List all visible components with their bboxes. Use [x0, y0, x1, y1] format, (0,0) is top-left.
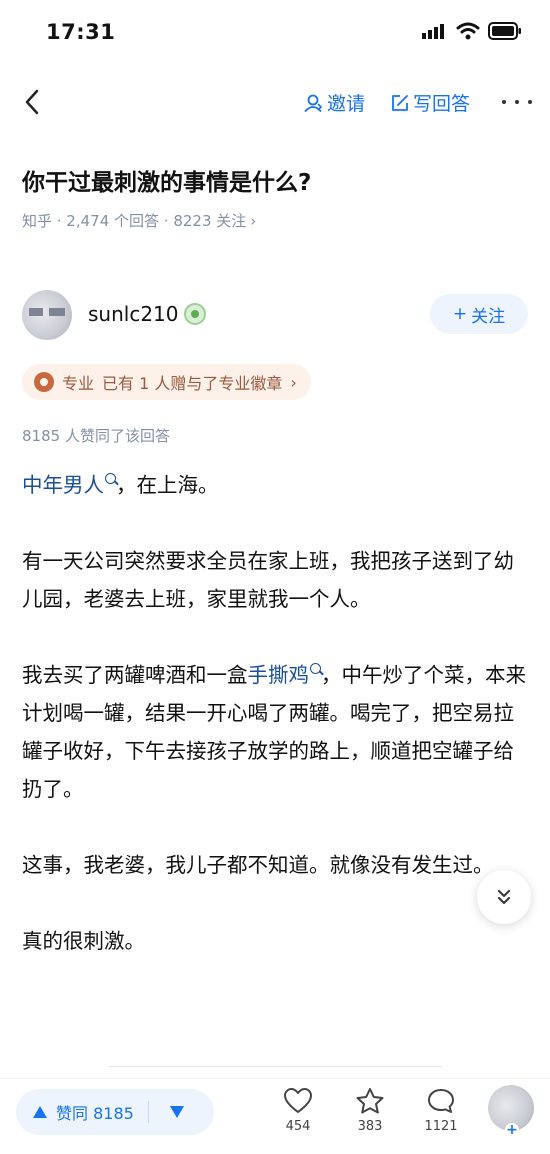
- write-answer-label: 写回答: [413, 93, 471, 115]
- more-dot: [528, 100, 532, 104]
- follow-label: 关注: [471, 306, 506, 327]
- question-title[interactable]: 你干过最刺激的事情是什么?: [22, 163, 311, 197]
- upvote-button[interactable]: 赞同 8185: [16, 1100, 134, 1124]
- status-icons: [422, 22, 522, 40]
- question-meta-text: 知乎 · 2,474 个回答 · 8223 关注: [22, 212, 247, 230]
- answer-paragraph: 有一天公司突然要求全员在家上班，我把孩子送到了幼儿园，老婆去上班，家里就我一个人…: [22, 549, 514, 611]
- comment-count: 1121: [424, 1119, 458, 1134]
- battery-icon: [488, 22, 521, 40]
- author-avatar[interactable]: [22, 290, 72, 340]
- back-arrow-icon: [25, 89, 39, 115]
- invite-button[interactable]: 邀请: [304, 89, 365, 116]
- avatar-detail: [49, 308, 65, 316]
- pro-tag-text: 已有 1 人赠与了专业徽章: [102, 374, 283, 393]
- comment-icon: [428, 1089, 454, 1113]
- author-badge-icon: [184, 303, 206, 325]
- bottom-bar: 赞同 8185 454 383 1121 +: [0, 1078, 550, 1154]
- favorite-count: 383: [357, 1119, 383, 1134]
- chevron-right-icon: ›: [250, 211, 257, 230]
- more-icon[interactable]: [502, 90, 532, 114]
- answer-paragraph: 真的很刺激。: [22, 929, 145, 953]
- avatar-detail: [29, 308, 43, 316]
- pro-badge-icon: [34, 372, 54, 392]
- pro-badge-dot: [40, 378, 48, 386]
- chevron-right-icon: ›: [290, 372, 297, 392]
- back-button[interactable]: [16, 86, 48, 118]
- star-icon: [356, 1088, 384, 1114]
- answer-paragraph: 这事，我老婆，我儿子都不知道。就像没有发生过。: [22, 853, 494, 877]
- pro-tag-label: 专业: [62, 374, 95, 393]
- vote-separator: [147, 1101, 149, 1123]
- person-icon: [304, 94, 323, 112]
- upvote-label: 赞同 8185: [56, 1104, 134, 1123]
- status-time: 17:31: [46, 20, 116, 44]
- pro-badge-tag[interactable]: 专业 已有 1 人赠与了专业徽章 ›: [22, 364, 311, 400]
- more-dot: [515, 100, 519, 104]
- search-icon: [310, 663, 321, 674]
- plus-icon: +: [505, 1122, 519, 1138]
- more-dot: [502, 100, 506, 104]
- downvote-button[interactable]: [169, 1105, 185, 1119]
- author-avatar-follow[interactable]: +: [488, 1085, 534, 1137]
- write-answer-button[interactable]: 写回答: [390, 89, 470, 116]
- downvote-icon: [169, 1106, 184, 1118]
- signal-icon: [422, 24, 444, 39]
- heart-icon: [284, 1088, 312, 1113]
- comment-button[interactable]: 1121: [416, 1087, 466, 1134]
- nav-bar: 邀请 写回答: [0, 72, 550, 132]
- answer-paragraph: 中年男人 ，在上海。: [22, 466, 532, 504]
- status-bar: 17:31: [0, 0, 550, 66]
- answer-body: 中年男人 ，在上海。 有一天公司突然要求全员在家上班，我把孩子送到了幼儿园，老婆去…: [22, 466, 532, 998]
- chevron-double-down-icon: [498, 890, 510, 904]
- badge-dot: [191, 310, 199, 318]
- agree-count-note: 8185 人赞同了该回答: [22, 427, 170, 445]
- divider: [108, 1066, 442, 1067]
- edit-icon: [392, 94, 408, 111]
- invite-label: 邀请: [327, 93, 366, 115]
- wifi-icon: [456, 22, 480, 40]
- like-button[interactable]: 454: [273, 1087, 323, 1134]
- search-link[interactable]: 中年男人: [22, 473, 104, 497]
- vote-pill: 赞同 8185: [16, 1089, 214, 1135]
- collapse-button[interactable]: [477, 870, 531, 924]
- answer-paragraph: 我去买了两罐啤酒和一盒手撕鸡 ，中午炒了个菜，本来计划喝一罐，结果一开心喝了两罐。…: [22, 656, 532, 808]
- search-icon: [105, 473, 116, 484]
- follow-button[interactable]: + 关注: [430, 294, 528, 334]
- question-meta[interactable]: 知乎 · 2,474 个回答 · 8223 关注 ›: [22, 210, 256, 231]
- favorite-button[interactable]: 383: [345, 1087, 395, 1134]
- plus-icon: +: [452, 304, 468, 324]
- answer-text: 我去买了两罐啤酒和一盒: [22, 663, 248, 687]
- answer-text: ，在上海。: [116, 473, 219, 497]
- upvote-icon: [33, 1106, 47, 1118]
- search-link[interactable]: 手撕鸡: [248, 663, 310, 687]
- like-count: 454: [285, 1119, 311, 1134]
- author-name[interactable]: sunlc210: [88, 302, 179, 326]
